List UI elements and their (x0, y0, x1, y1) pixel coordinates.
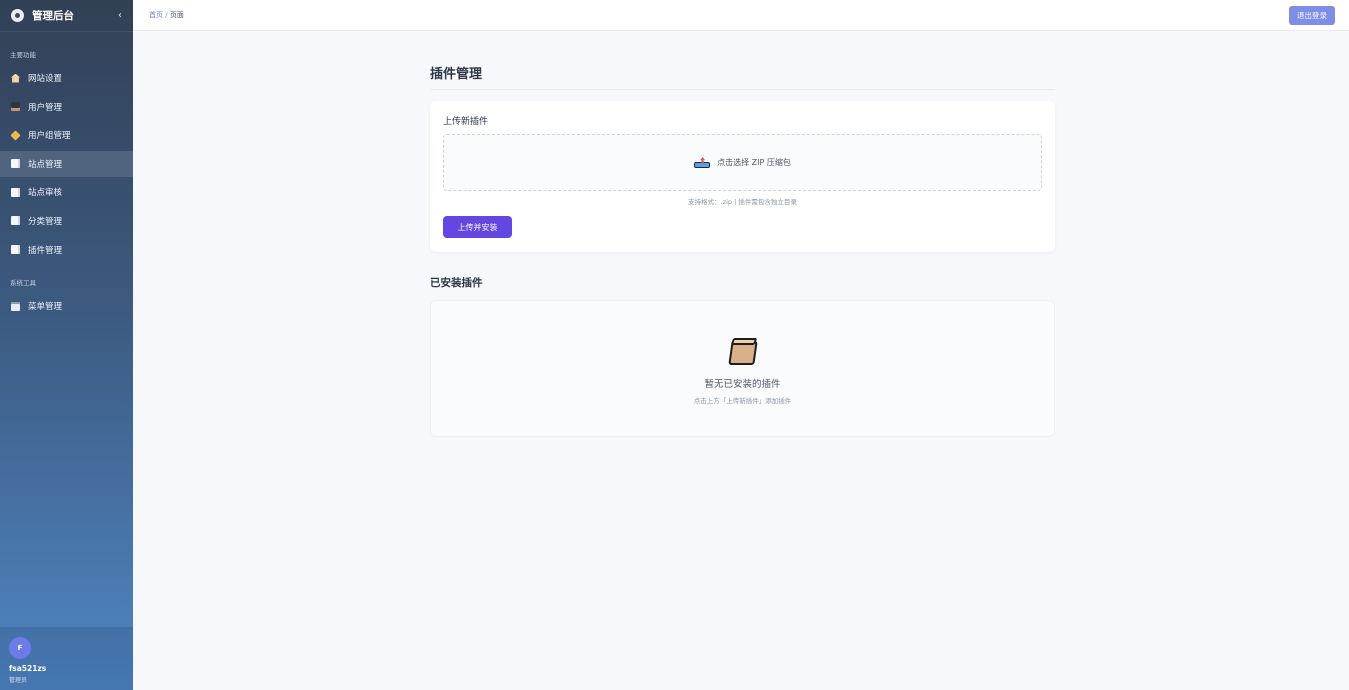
sidebar-item-menu-management[interactable]: 菜单管理 (0, 293, 133, 319)
user-role: 管理员 (9, 677, 28, 684)
topbar: 首页 / 页面 退出登录 (133, 0, 1349, 31)
installed-plugins-title: 已安装插件 (430, 277, 483, 289)
document-icon (11, 245, 20, 255)
package-box-icon (727, 337, 758, 367)
home-icon (11, 73, 20, 83)
user-panel: F fsa521zs 管理员 (0, 627, 133, 690)
dropzone-label: 点击选择 ZIP 压缩包 (717, 158, 791, 167)
breadcrumb-home-link[interactable]: 首页 (149, 11, 163, 19)
tag-icon (10, 130, 21, 141)
document-icon (11, 159, 20, 169)
app-title: 管理后台 (32, 10, 74, 22)
upload-card-title: 上传新插件 (443, 117, 489, 127)
sidebar-item-site-management[interactable]: 站点管理 (0, 150, 133, 177)
sidebar-item-label: 站点管理 (28, 159, 63, 170)
sidebar-item-label: 插件管理 (28, 245, 63, 256)
logout-button[interactable]: 退出登录 (1289, 5, 1335, 25)
breadcrumb-separator: / (165, 11, 168, 19)
page-title: 插件管理 (430, 63, 1055, 90)
upload-hint: 支持格式：.zip | 插件需包含独立目录 (688, 198, 797, 206)
sidebar-item-label: 站点审核 (28, 188, 63, 199)
zip-dropzone[interactable]: 点击选择 ZIP 压缩包 (443, 134, 1042, 191)
sidebar-item-user-management[interactable]: 用户管理 (0, 94, 133, 120)
sidebar-item-label: 网站设置 (28, 74, 63, 84)
clipboard-icon (11, 301, 20, 311)
breadcrumb: 首页 / 页面 (149, 10, 1289, 20)
gear-icon (11, 9, 24, 22)
collapse-sidebar-button[interactable]: ‹ (118, 10, 122, 21)
document-icon (11, 216, 20, 226)
empty-state-title: 暂无已安装的插件 (704, 379, 781, 390)
section-label-tools: 系统工具 (10, 279, 36, 288)
sidebar-item-plugin-management[interactable]: 插件管理 (0, 237, 133, 263)
upload-install-button[interactable]: 上传并安装 (443, 216, 512, 238)
upload-icon (694, 157, 711, 168)
sidebar-item-site-review[interactable]: 站点审核 (0, 179, 133, 205)
avatar[interactable]: F (9, 637, 31, 659)
sidebar-item-label: 分类管理 (28, 216, 63, 227)
section-label-main: 主要功能 (10, 51, 36, 59)
user-name: fsa521zs (9, 664, 47, 673)
breadcrumb-current: 页面 (169, 11, 184, 19)
sidebar-item-label: 用户组管理 (28, 131, 71, 142)
sidebar: 管理后台 ‹ 主要功能 网站设置 用户管理 用户组管理 站点管理 站点审核 分类… (0, 0, 133, 690)
upload-card: 上传新插件 点击选择 ZIP 压缩包 支持格式：.zip | 插件需包含独立目录… (430, 101, 1055, 252)
sidebar-item-user-group-management[interactable]: 用户组管理 (0, 122, 133, 148)
document-icon (11, 187, 20, 197)
sidebar-item-label: 菜单管理 (28, 302, 63, 313)
user-icon (11, 102, 20, 112)
sidebar-item-label: 用户管理 (28, 102, 63, 113)
sidebar-item-category-management[interactable]: 分类管理 (0, 208, 133, 234)
main-content: 插件管理 上传新插件 点击选择 ZIP 压缩包 支持格式：.zip | 插件需包… (430, 31, 1055, 437)
empty-state-subtitle: 点击上方「上传新插件」添加插件 (693, 397, 792, 405)
sidebar-brand: 管理后台 ‹ (0, 0, 133, 32)
installed-plugins-empty-state: 暂无已安装的插件 点击上方「上传新插件」添加插件 (430, 300, 1055, 437)
sidebar-item-site-settings[interactable]: 网站设置 (0, 65, 133, 91)
